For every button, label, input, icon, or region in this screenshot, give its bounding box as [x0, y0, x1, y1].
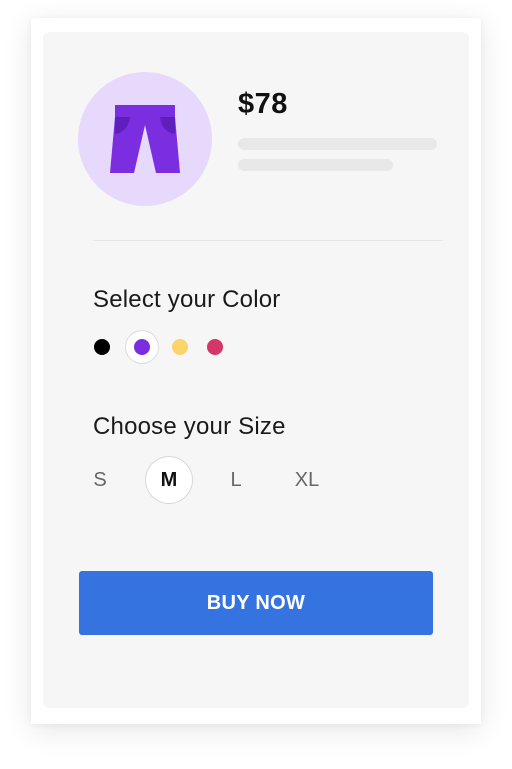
color-dot [207, 339, 223, 355]
product-price: $78 [238, 88, 288, 120]
buy-now-button[interactable]: BUY NOW [79, 571, 433, 635]
color-section-title: Select your Color [93, 286, 281, 313]
pants-icon [110, 105, 180, 173]
product-image [78, 72, 212, 206]
size-section-title: Choose your Size [93, 413, 286, 440]
size-option-m[interactable]: M [146, 457, 192, 503]
color-dot [94, 339, 110, 355]
color-swatch-pink[interactable] [199, 331, 231, 363]
color-swatch-black[interactable] [86, 331, 118, 363]
description-placeholder-line [238, 159, 393, 171]
description-placeholder-line [238, 138, 437, 150]
color-swatch-purple[interactable] [126, 331, 158, 363]
color-swatch-yellow[interactable] [164, 331, 196, 363]
divider [93, 240, 443, 241]
size-option-xl[interactable]: XL [284, 457, 330, 503]
color-dot [172, 339, 188, 355]
color-dot [134, 339, 150, 355]
size-option-l[interactable]: L [213, 457, 259, 503]
size-option-s[interactable]: S [77, 457, 123, 503]
